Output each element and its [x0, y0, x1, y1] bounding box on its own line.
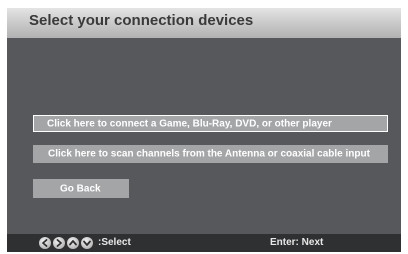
tv-menu-screen: Select your connection devices Click her… — [7, 8, 401, 252]
page-title: Select your connection devices — [29, 12, 254, 29]
connect-player-option[interactable]: Click here to connect a Game, Blu-Ray, D… — [33, 115, 388, 132]
scan-channels-option[interactable]: Click here to scan channels from the Ant… — [33, 145, 388, 163]
go-back-button[interactable]: Go Back — [33, 179, 129, 198]
scan-channels-label: Click here to scan channels from the Ant… — [48, 148, 370, 160]
right-arrow-icon — [53, 237, 65, 249]
connect-player-label: Click here to connect a Game, Blu-Ray, D… — [47, 118, 332, 129]
menu-header: Select your connection devices — [7, 8, 401, 38]
left-arrow-icon — [39, 237, 51, 249]
down-arrow-icon — [81, 237, 93, 249]
up-arrow-icon — [67, 237, 79, 249]
enter-hint: Enter: Next — [270, 237, 324, 248]
select-hint: :Select — [98, 237, 131, 248]
go-back-label: Go Back — [60, 183, 101, 194]
footer-bar: :Select Enter: Next — [7, 234, 401, 252]
